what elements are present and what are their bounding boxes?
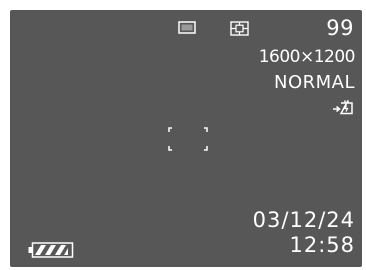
image-resolution: 1600×1200 xyxy=(258,47,356,67)
battery-full-icon xyxy=(28,242,74,258)
focus-frame-icon xyxy=(168,127,208,151)
camera-lcd-screen: 99 1600×1200 NORMAL 03/12/24 12:58 xyxy=(10,10,362,267)
time-display: 12:58 xyxy=(289,233,355,257)
flash-icon xyxy=(333,100,353,115)
single-shot-icon xyxy=(178,21,196,34)
image-quality: NORMAL xyxy=(273,72,355,93)
shots-remaining: 99 xyxy=(326,16,354,40)
date-display: 03/12/24 xyxy=(252,208,355,232)
multi-pattern-metering-icon xyxy=(230,21,249,36)
